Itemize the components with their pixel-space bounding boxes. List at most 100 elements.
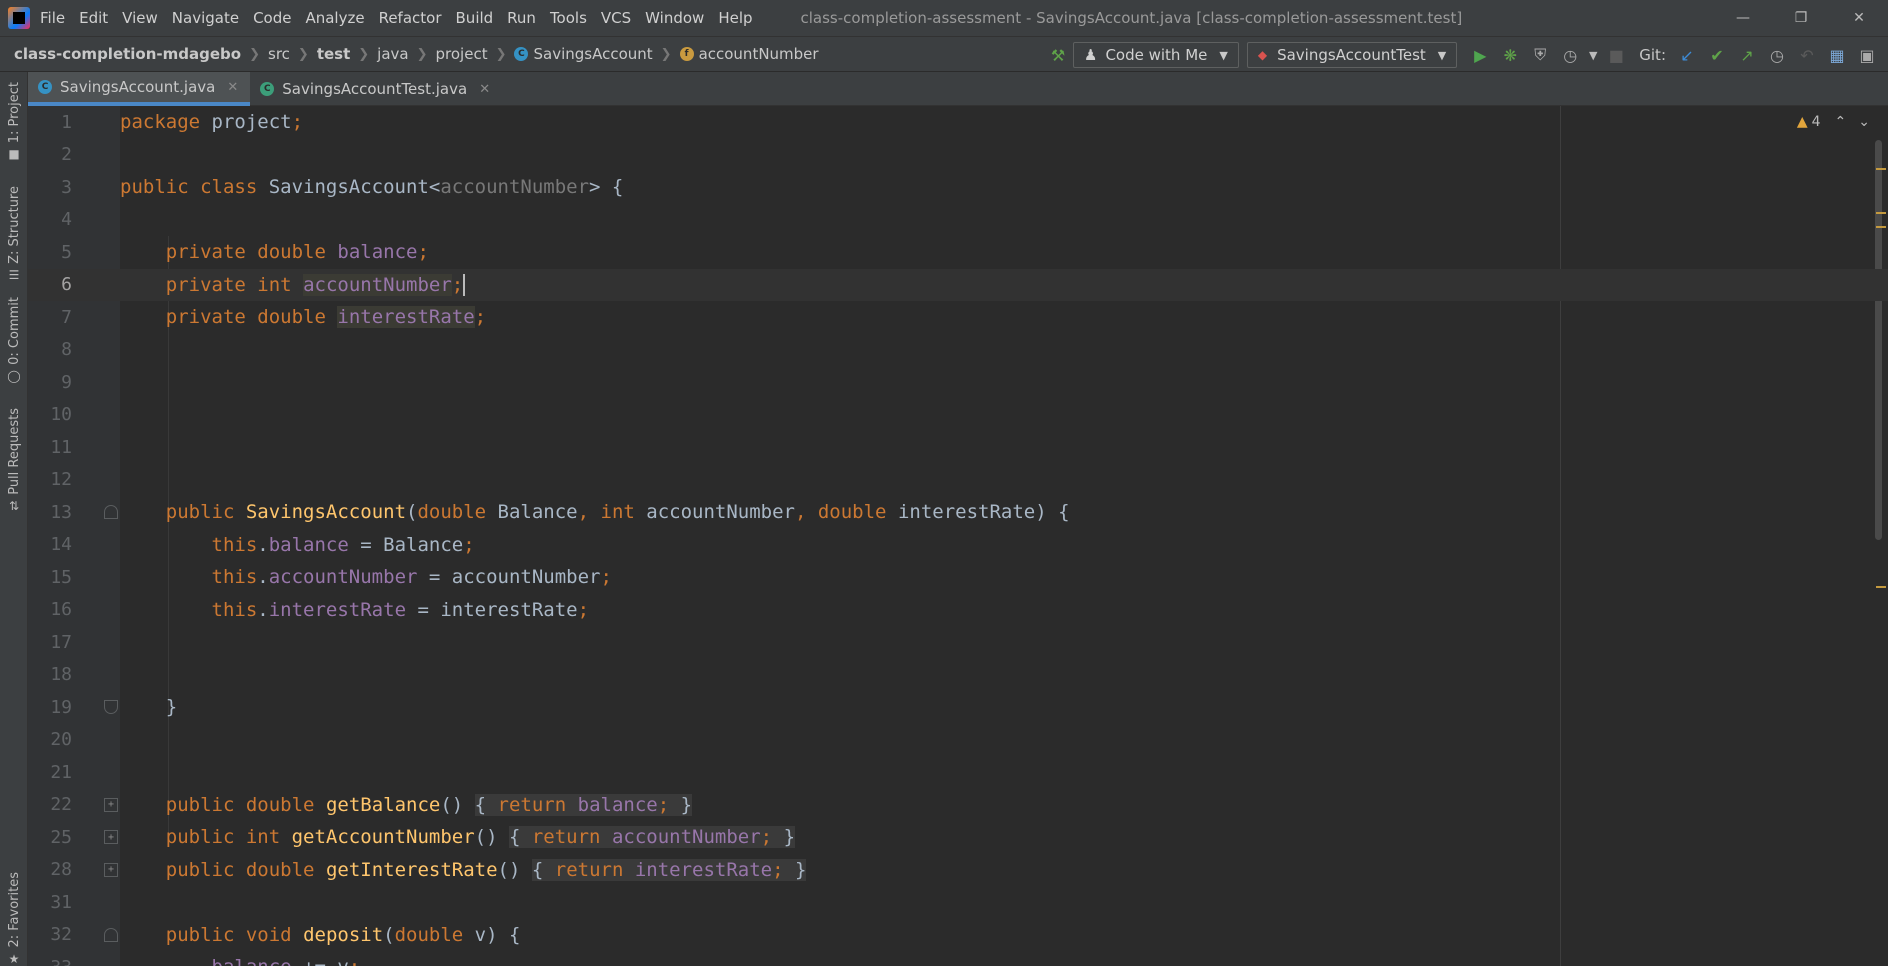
- tool-tab-commit[interactable]: 0: Commit ◯: [4, 297, 24, 383]
- presentation-mode-icon[interactable]: ▣: [1852, 40, 1882, 70]
- menu-refactor[interactable]: Refactor: [379, 9, 442, 27]
- breadcrumb-package[interactable]: project: [436, 45, 488, 63]
- code-text: public class SavingsAccount<accountNumbe…: [120, 176, 624, 199]
- menu-view[interactable]: View: [122, 9, 158, 27]
- tab-savingsaccount-java[interactable]: C SavingsAccount.java ✕: [28, 72, 251, 106]
- close-tab-icon[interactable]: ✕: [479, 82, 490, 97]
- chevron-down-icon[interactable]: ▼: [1585, 40, 1601, 70]
- close-tab-icon[interactable]: ✕: [227, 80, 238, 95]
- code-line[interactable]: 25 + public int getAccountNumber() { ret…: [28, 821, 1888, 854]
- fold-expand-icon[interactable]: +: [104, 830, 118, 844]
- class-icon: C: [514, 47, 529, 61]
- menu-build[interactable]: Build: [456, 9, 494, 27]
- menu-navigate[interactable]: Navigate: [172, 9, 239, 27]
- fold-end-icon[interactable]: [104, 700, 118, 714]
- fold-collapse-icon[interactable]: [104, 927, 118, 942]
- code-line[interactable]: 22 + public double getBalance() { return…: [28, 789, 1888, 822]
- tool-tab-project[interactable]: 1: Project ■: [4, 82, 24, 161]
- code-line[interactable]: 11: [28, 431, 1888, 464]
- menu-window[interactable]: Window: [645, 9, 704, 27]
- line-number: 10: [50, 404, 72, 426]
- code-line[interactable]: 2: [28, 139, 1888, 172]
- menu-code[interactable]: Code: [253, 9, 291, 27]
- code-line[interactable]: 14 this.balance = Balance;: [28, 529, 1888, 562]
- profiler-icon[interactable]: ◷: [1555, 40, 1585, 70]
- code-editor[interactable]: ▲ 4 ⌃ ⌄ 1 package project; 2 3 public cl…: [28, 106, 1888, 966]
- git-commit-icon[interactable]: ✔: [1702, 40, 1732, 70]
- stop-icon[interactable]: ■: [1601, 40, 1631, 70]
- git-push-icon[interactable]: ↗: [1732, 40, 1762, 70]
- breadcrumb-field[interactable]: f accountNumber: [679, 45, 819, 63]
- code-text: this.interestRate = interestRate;: [211, 598, 590, 621]
- code-line[interactable]: 1 package project;: [28, 106, 1888, 139]
- menu-edit[interactable]: Edit: [79, 9, 108, 27]
- code-text: private int accountNumber;: [165, 273, 466, 296]
- tool-tab-pull-requests[interactable]: Pull Requests ⇅: [4, 408, 24, 513]
- menu-tools[interactable]: Tools: [550, 9, 587, 27]
- run-icon[interactable]: ▶: [1465, 40, 1495, 70]
- breadcrumb-class[interactable]: C SavingsAccount: [514, 45, 653, 63]
- code-line[interactable]: 32 public void deposit(double v) {: [28, 919, 1888, 952]
- code-line[interactable]: 12: [28, 464, 1888, 497]
- code-line[interactable]: 9: [28, 366, 1888, 399]
- git-update-icon[interactable]: ↙: [1672, 40, 1702, 70]
- minimize-icon[interactable]: —: [1714, 0, 1772, 36]
- code-line-current[interactable]: 6 private int accountNumber;: [28, 268, 1888, 301]
- debug-icon[interactable]: ❋: [1495, 40, 1525, 70]
- breadcrumb-test[interactable]: test: [317, 45, 350, 63]
- menu-help[interactable]: Help: [718, 9, 752, 27]
- code-with-me-button[interactable]: ♟ Code with Me ▼: [1072, 42, 1239, 68]
- run-configuration-select[interactable]: ◆ SavingsAccountTest ▼: [1246, 42, 1458, 68]
- code-line[interactable]: 16 this.interestRate = interestRate;: [28, 594, 1888, 627]
- rollback-icon[interactable]: ↶: [1792, 40, 1822, 70]
- code-line[interactable]: 8: [28, 334, 1888, 367]
- code-line[interactable]: 4: [28, 204, 1888, 237]
- close-window-icon[interactable]: ✕: [1830, 0, 1888, 36]
- code-line[interactable]: 33 balance += v;: [28, 951, 1888, 966]
- code-line[interactable]: 5 private double balance;: [28, 236, 1888, 269]
- code-text: balance += v;: [120, 956, 361, 966]
- code-line[interactable]: 13 public SavingsAccount(double Balance,…: [28, 496, 1888, 529]
- chevron-down-icon: ▼: [1219, 48, 1228, 62]
- line-number: 21: [50, 761, 72, 783]
- menu-file[interactable]: File: [40, 9, 65, 27]
- code-line[interactable]: 21: [28, 756, 1888, 789]
- tab-savingsaccounttest-java[interactable]: C SavingsAccountTest.java ✕: [250, 72, 502, 106]
- code-line[interactable]: 28 + public double getInterestRate() { r…: [28, 854, 1888, 887]
- build-hammer-icon[interactable]: ⚒: [1043, 40, 1073, 70]
- code-line[interactable]: 7 private double interestRate;: [28, 301, 1888, 334]
- code-line[interactable]: 15 this.accountNumber = accountNumber;: [28, 561, 1888, 594]
- menu-vcs[interactable]: VCS: [601, 9, 631, 27]
- tool-tab-favorites[interactable]: 2: Favorites ★: [4, 872, 24, 966]
- fold-expand-icon[interactable]: +: [104, 797, 118, 812]
- editor-tab-bar: C SavingsAccount.java ✕ C SavingsAccount…: [28, 72, 1888, 106]
- code-with-me-label: Code with Me: [1105, 46, 1208, 64]
- breadcrumb-project[interactable]: class-completion-mdagebo: [14, 45, 241, 63]
- restore-icon[interactable]: ❐: [1772, 0, 1830, 36]
- line-number: 12: [50, 469, 72, 491]
- tool-tab-structure[interactable]: Z: Structure ☰: [4, 186, 24, 282]
- history-icon[interactable]: ◷: [1762, 40, 1792, 70]
- project-structure-icon[interactable]: ▦: [1822, 40, 1852, 70]
- code-line[interactable]: 3 public class SavingsAccount<accountNum…: [28, 171, 1888, 204]
- coverage-icon[interactable]: ⛨: [1525, 40, 1555, 70]
- breadcrumb-src[interactable]: src: [268, 45, 290, 63]
- intellij-logo-icon[interactable]: [8, 7, 30, 29]
- code-line[interactable]: 19 }: [28, 691, 1888, 724]
- fold-expand-icon[interactable]: +: [104, 862, 118, 877]
- breadcrumb-java[interactable]: java: [377, 45, 408, 63]
- fold-collapse-icon[interactable]: [104, 505, 118, 519]
- menu-run[interactable]: Run: [507, 9, 536, 27]
- line-number: 33: [28, 957, 72, 966]
- code-line[interactable]: 18: [28, 659, 1888, 692]
- tool-tab-commit-label: 0: Commit: [6, 297, 22, 365]
- code-line[interactable]: 20: [28, 724, 1888, 757]
- tab-label: SavingsAccountTest.java: [282, 80, 468, 98]
- code-line[interactable]: 17: [28, 626, 1888, 659]
- line-number: 13: [50, 501, 72, 523]
- code-line[interactable]: 31: [28, 886, 1888, 919]
- line-number: 15: [50, 566, 72, 588]
- menu-analyze[interactable]: Analyze: [305, 9, 364, 27]
- code-line[interactable]: 10: [28, 399, 1888, 432]
- star-icon: ★: [8, 951, 20, 966]
